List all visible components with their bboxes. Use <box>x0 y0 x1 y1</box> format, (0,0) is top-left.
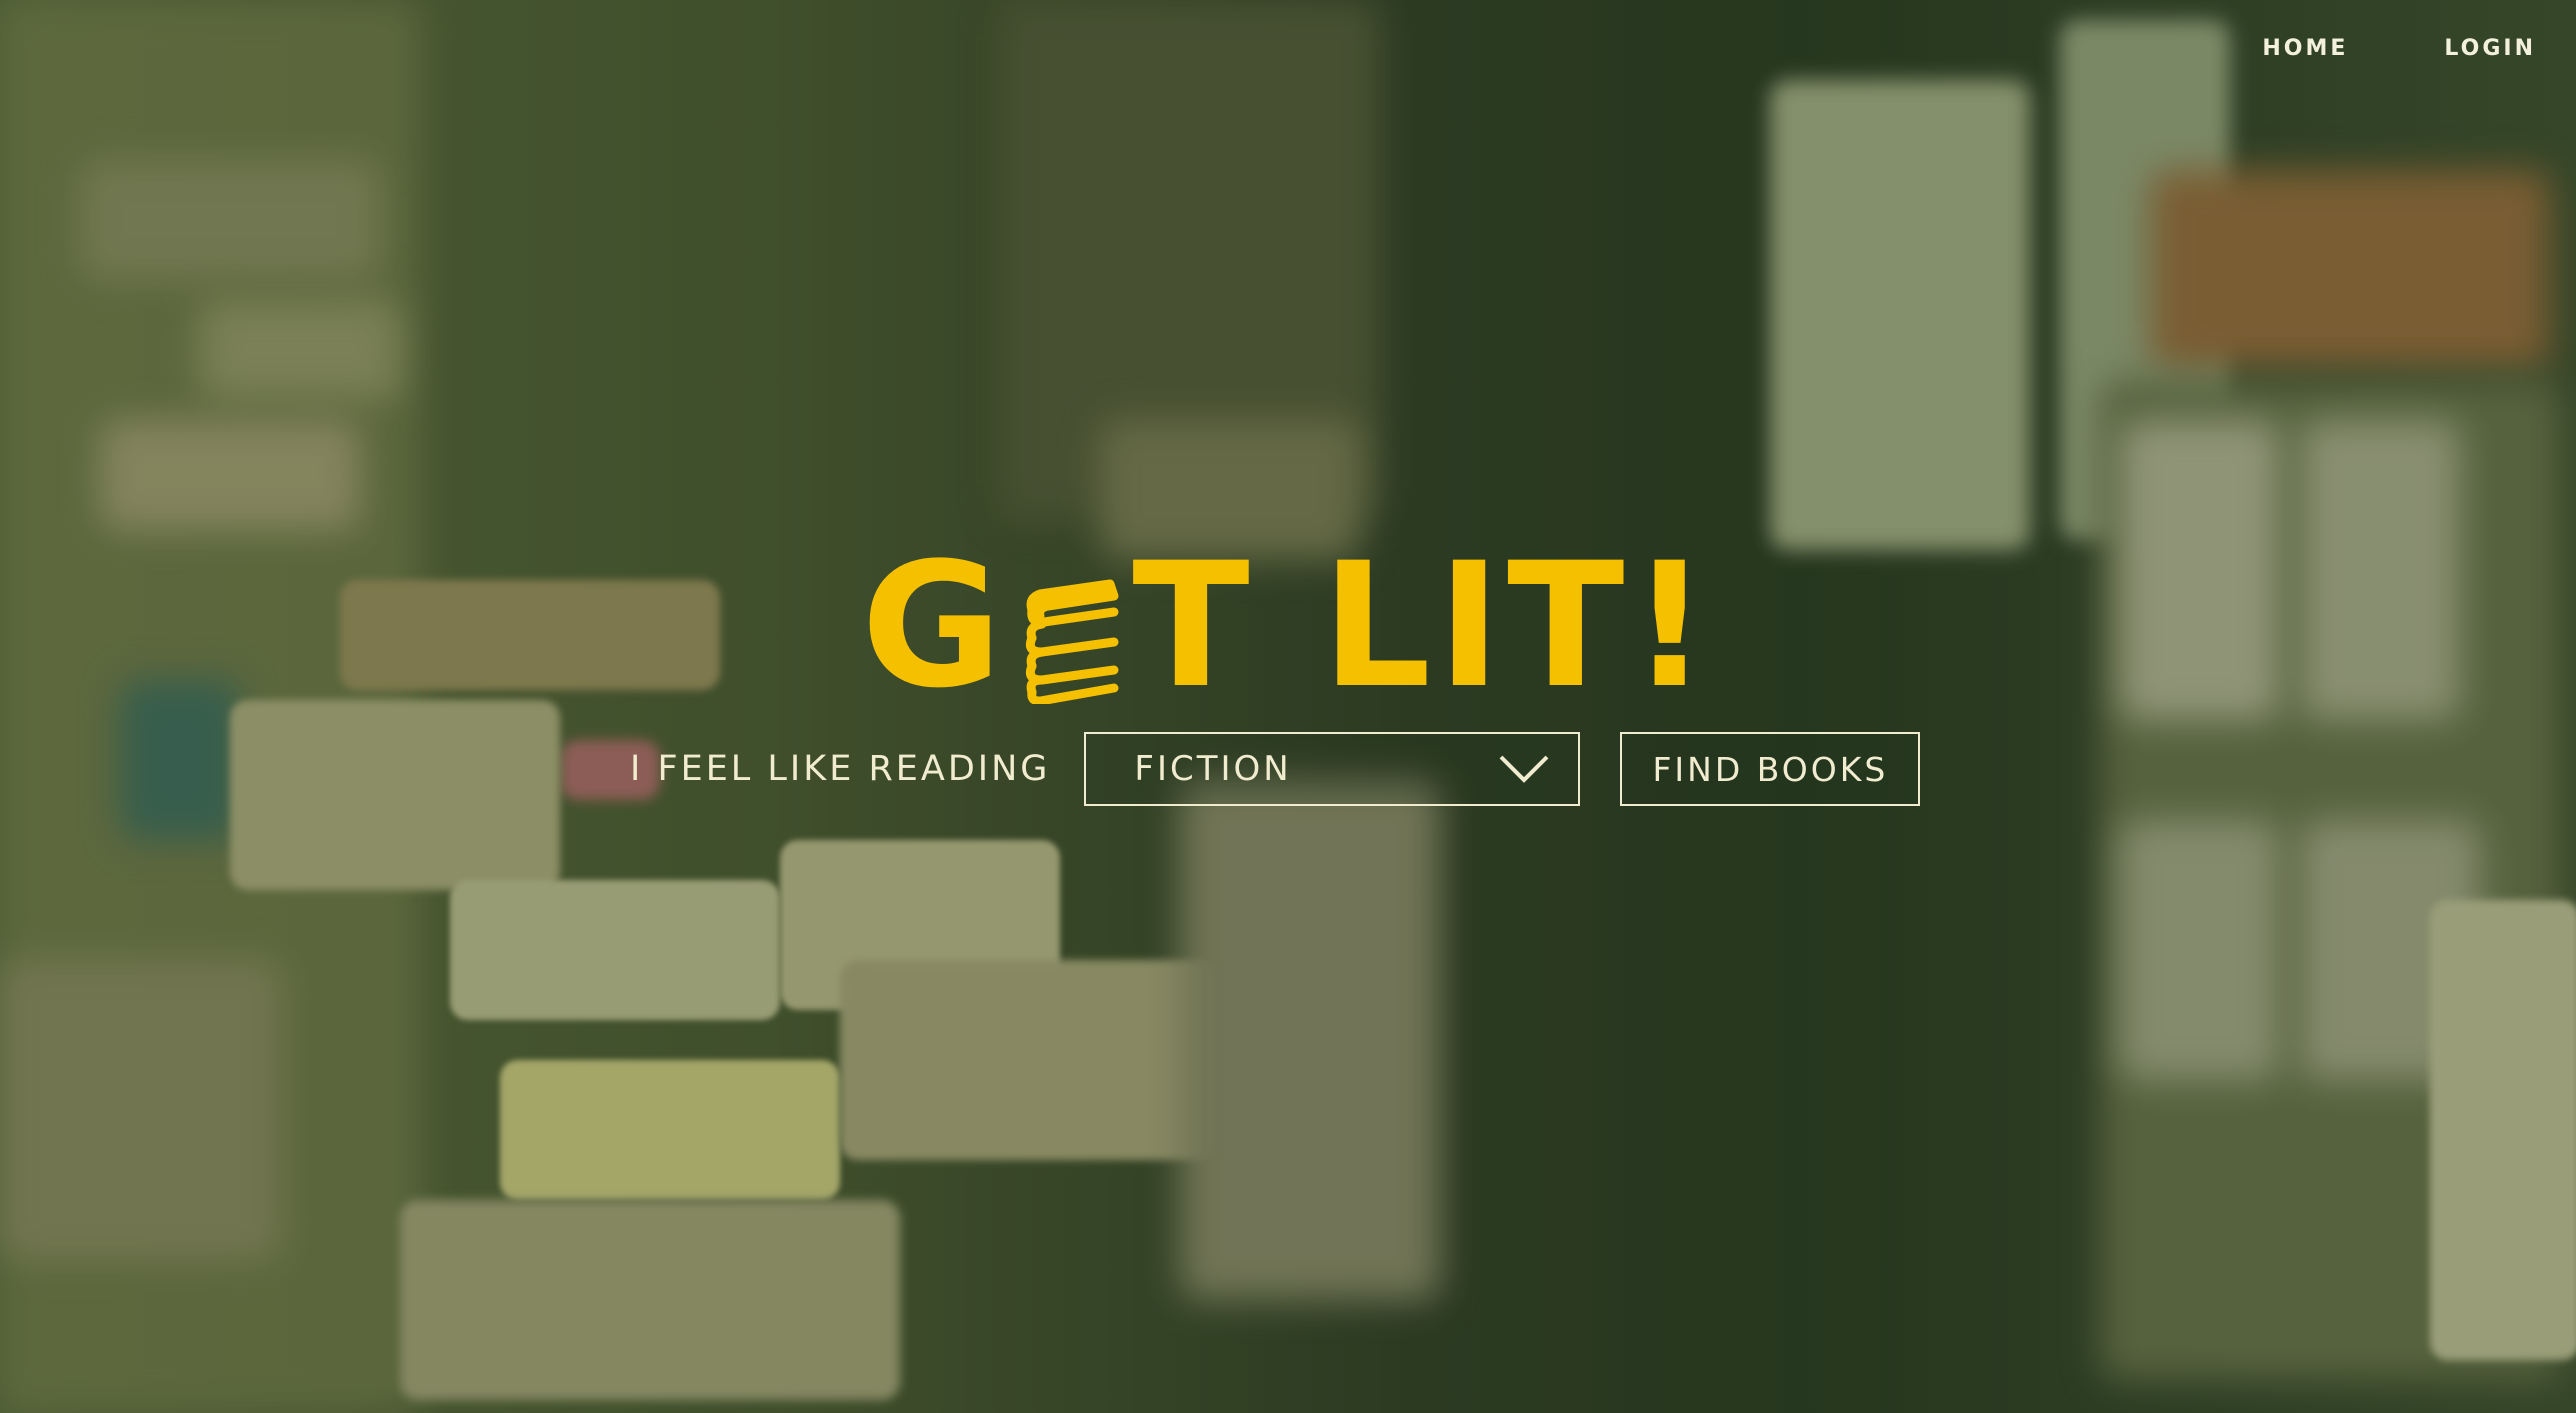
chevron-down-icon <box>1499 755 1549 783</box>
genre-select[interactable]: FICTION <box>1084 732 1581 806</box>
logo: G T LIT! <box>0 540 2576 712</box>
logo-text-end: T LIT! <box>1132 525 1715 726</box>
genre-select-value: FICTION <box>1134 749 1292 789</box>
landing-page: HOME LOGIN G T LIT! I FEEL LIKE READING … <box>0 0 2576 1413</box>
top-nav: HOME LOGIN <box>2262 36 2536 61</box>
nav-home-link[interactable]: HOME <box>2262 36 2348 61</box>
search-lead-text: I FEEL LIKE READING <box>630 749 1051 789</box>
genre-search-form: I FEEL LIKE READING FICTION FIND BOOKS <box>630 730 1921 808</box>
nav-login-link[interactable]: LOGIN <box>2444 36 2536 61</box>
logo-wordmark: G T LIT! <box>861 540 1715 712</box>
find-books-button[interactable]: FIND BOOKS <box>1620 732 1921 806</box>
logo-text-start: G <box>861 525 1009 726</box>
stacked-books-icon <box>1026 579 1119 704</box>
